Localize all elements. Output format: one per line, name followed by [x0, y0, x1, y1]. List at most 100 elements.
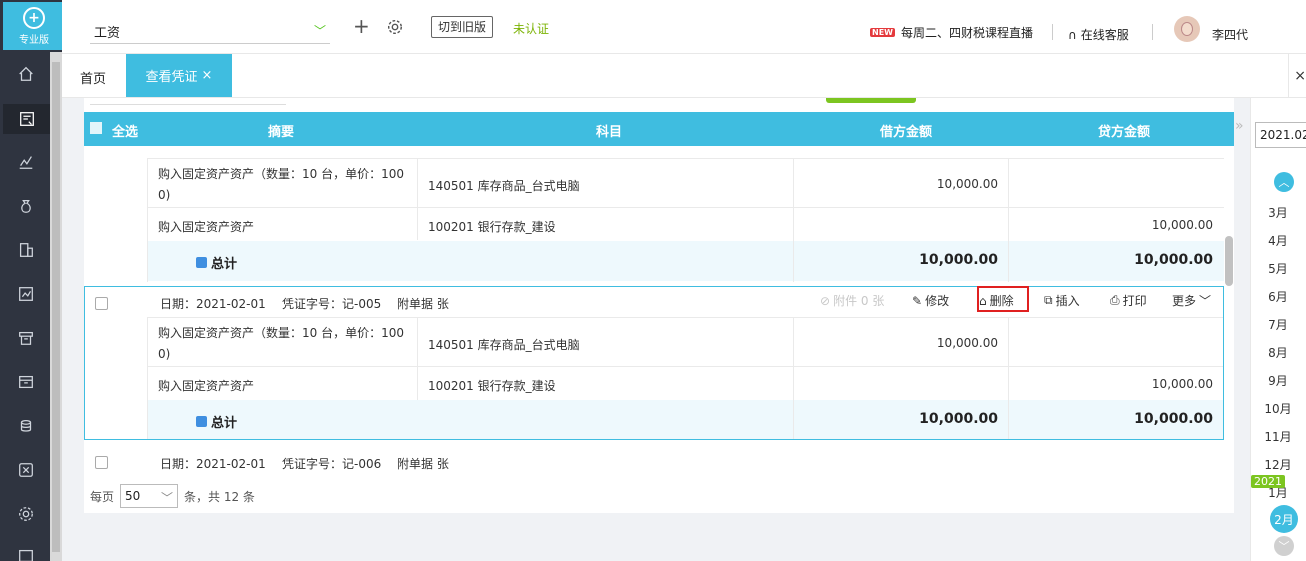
row-summary[interactable]: 购入固定资产资产（数量：10 台，单价：100: [158, 165, 404, 182]
column-account: 科目: [596, 125, 623, 140]
insert-label: 插入: [1055, 294, 1080, 308]
live-course-label: 每周二、四财税课程直播: [900, 26, 1033, 40]
insert-button[interactable]: ⧉ 插入: [1044, 292, 1080, 309]
month-item[interactable]: 10月: [1250, 400, 1306, 417]
month-item[interactable]: 12月: [1250, 456, 1306, 473]
video-icon[interactable]: [14, 544, 38, 561]
report-icon[interactable]: [14, 282, 38, 306]
voucher-checkbox[interactable]: [95, 456, 108, 469]
print-button[interactable]: ⎙ 打印: [1110, 292, 1147, 309]
voucher-icon[interactable]: [3, 104, 50, 134]
row-summary[interactable]: 购入固定资产资产: [158, 377, 254, 394]
chevron-down-icon[interactable]: ﹀: [1274, 536, 1294, 556]
more-button[interactable]: 更多 ﹀: [1172, 292, 1211, 309]
attachments-button[interactable]: ⊘ 附件 0 张: [820, 292, 884, 309]
invoice-icon[interactable]: [14, 370, 38, 394]
home-icon[interactable]: [14, 62, 38, 86]
month-item[interactable]: 7月: [1250, 316, 1306, 333]
app-logo[interactable]: + 专业版: [3, 2, 65, 50]
cert-status[interactable]: 未认证: [513, 20, 549, 37]
month-item-active[interactable]: 2月: [1270, 505, 1298, 533]
row-credit[interactable]: 10,000.00: [1014, 218, 1213, 232]
divider: [147, 207, 1224, 208]
month-item[interactable]: 6月: [1250, 288, 1306, 305]
delete-highlight: [977, 286, 1029, 312]
cloud-logo-icon: +: [23, 6, 45, 29]
divider: [90, 104, 286, 105]
total-credit: 10,000.00: [1134, 411, 1213, 427]
edit-icon: ✎: [912, 293, 923, 308]
edit-button[interactable]: ✎ 修改: [912, 292, 949, 309]
user-name[interactable]: 李四代: [1212, 26, 1248, 43]
close-icon[interactable]: ×: [202, 68, 213, 83]
year-badge: 2021: [1251, 475, 1285, 488]
select-all-label[interactable]: 全选: [112, 121, 138, 140]
collapse-panel-icon[interactable]: »: [1235, 118, 1244, 134]
row-summary[interactable]: 购入固定资产资产: [158, 218, 254, 235]
per-page-select[interactable]: 50 ﹀: [120, 484, 179, 508]
month-item[interactable]: 4月: [1250, 232, 1306, 249]
edit-label: 修改: [925, 294, 950, 308]
sidebar-scrollbar[interactable]: [50, 52, 62, 561]
tab-view-voucher[interactable]: 查看凭证 ×: [126, 54, 232, 97]
divider: [1152, 24, 1153, 40]
money-bag-icon[interactable]: [14, 194, 38, 218]
row-account[interactable]: 100201 银行存款_建设: [428, 377, 556, 394]
row-summary-cont[interactable]: 0): [158, 188, 170, 202]
voucher-number: 凭证字号：记-006: [282, 457, 382, 471]
sidebar-scroll-thumb[interactable]: [52, 62, 60, 552]
chevron-down-icon: ﹀: [313, 24, 326, 38]
calculator-icon: [196, 416, 207, 427]
month-item[interactable]: 3月: [1250, 204, 1306, 221]
building-icon[interactable]: [14, 238, 38, 262]
add-icon[interactable]: +: [353, 16, 370, 36]
headset-icon: ∩: [1068, 27, 1077, 42]
row-account[interactable]: 140501 库存商品_台式电脑: [428, 177, 580, 194]
chevron-up-icon[interactable]: ︿: [1274, 172, 1294, 192]
row-summary-cont[interactable]: 0): [158, 347, 170, 361]
select-all-checkbox[interactable]: [90, 122, 102, 134]
divider: [417, 317, 418, 400]
close-icon[interactable]: ×: [1294, 68, 1306, 84]
voucher-number: 凭证字号：记-005: [282, 297, 382, 311]
column-debit: 借方金额: [880, 125, 933, 140]
row-debit[interactable]: 10,000.00: [800, 177, 998, 191]
month-item[interactable]: 9月: [1250, 372, 1306, 389]
list-scrollbar[interactable]: [1224, 146, 1234, 486]
chart-icon[interactable]: [14, 150, 38, 174]
tab-view-voucher-label: 查看凭证: [145, 70, 198, 85]
gear-icon[interactable]: [386, 18, 404, 36]
filter-indicator: [826, 98, 916, 103]
insert-icon: ⧉: [1044, 293, 1053, 307]
live-course-link[interactable]: NEW 每周二、四财税课程直播: [870, 24, 1033, 41]
voucher-date: 日期：2021-02-01: [160, 457, 266, 471]
month-item[interactable]: 5月: [1250, 260, 1306, 277]
switch-old-version-button[interactable]: 切到旧版: [431, 16, 494, 38]
month-item[interactable]: 11月: [1250, 428, 1306, 445]
row-debit[interactable]: 10,000.00: [800, 336, 998, 350]
month-item[interactable]: 8月: [1250, 344, 1306, 361]
tax-icon[interactable]: [14, 458, 38, 482]
cashier-icon[interactable]: [14, 326, 38, 350]
row-credit[interactable]: 10,000.00: [1014, 377, 1213, 391]
new-badge-icon: NEW: [870, 28, 895, 37]
voucher-checkbox[interactable]: [95, 297, 108, 310]
company-select[interactable]: 工资 ﹀: [90, 14, 330, 44]
stack-coins-icon[interactable]: [14, 414, 38, 438]
row-summary[interactable]: 购入固定资产资产（数量：10 台，单价：100: [158, 324, 404, 341]
pager: 每页 50 ﹀ 条，共 12 条: [90, 484, 255, 508]
total-label: 总计: [196, 412, 237, 431]
row-account[interactable]: 140501 库存商品_台式电脑: [428, 336, 580, 353]
divider: [1052, 24, 1053, 40]
settings-icon[interactable]: [14, 502, 38, 526]
tab-home[interactable]: 首页: [80, 68, 106, 87]
avatar[interactable]: [1174, 16, 1200, 42]
list-scroll-thumb[interactable]: [1225, 236, 1233, 286]
row-account[interactable]: 100201 银行存款_建设: [428, 218, 556, 235]
online-service-label: 在线客服: [1080, 28, 1129, 42]
more-label: 更多: [1172, 294, 1197, 308]
table-header: 全选 摘要 科目 借方金额 贷方金额: [84, 112, 1234, 146]
attachments-label: 附件 0 张: [833, 294, 885, 308]
online-service-link[interactable]: ∩ 在线客服: [1068, 26, 1129, 43]
period-input[interactable]: 2021.02: [1255, 122, 1306, 148]
